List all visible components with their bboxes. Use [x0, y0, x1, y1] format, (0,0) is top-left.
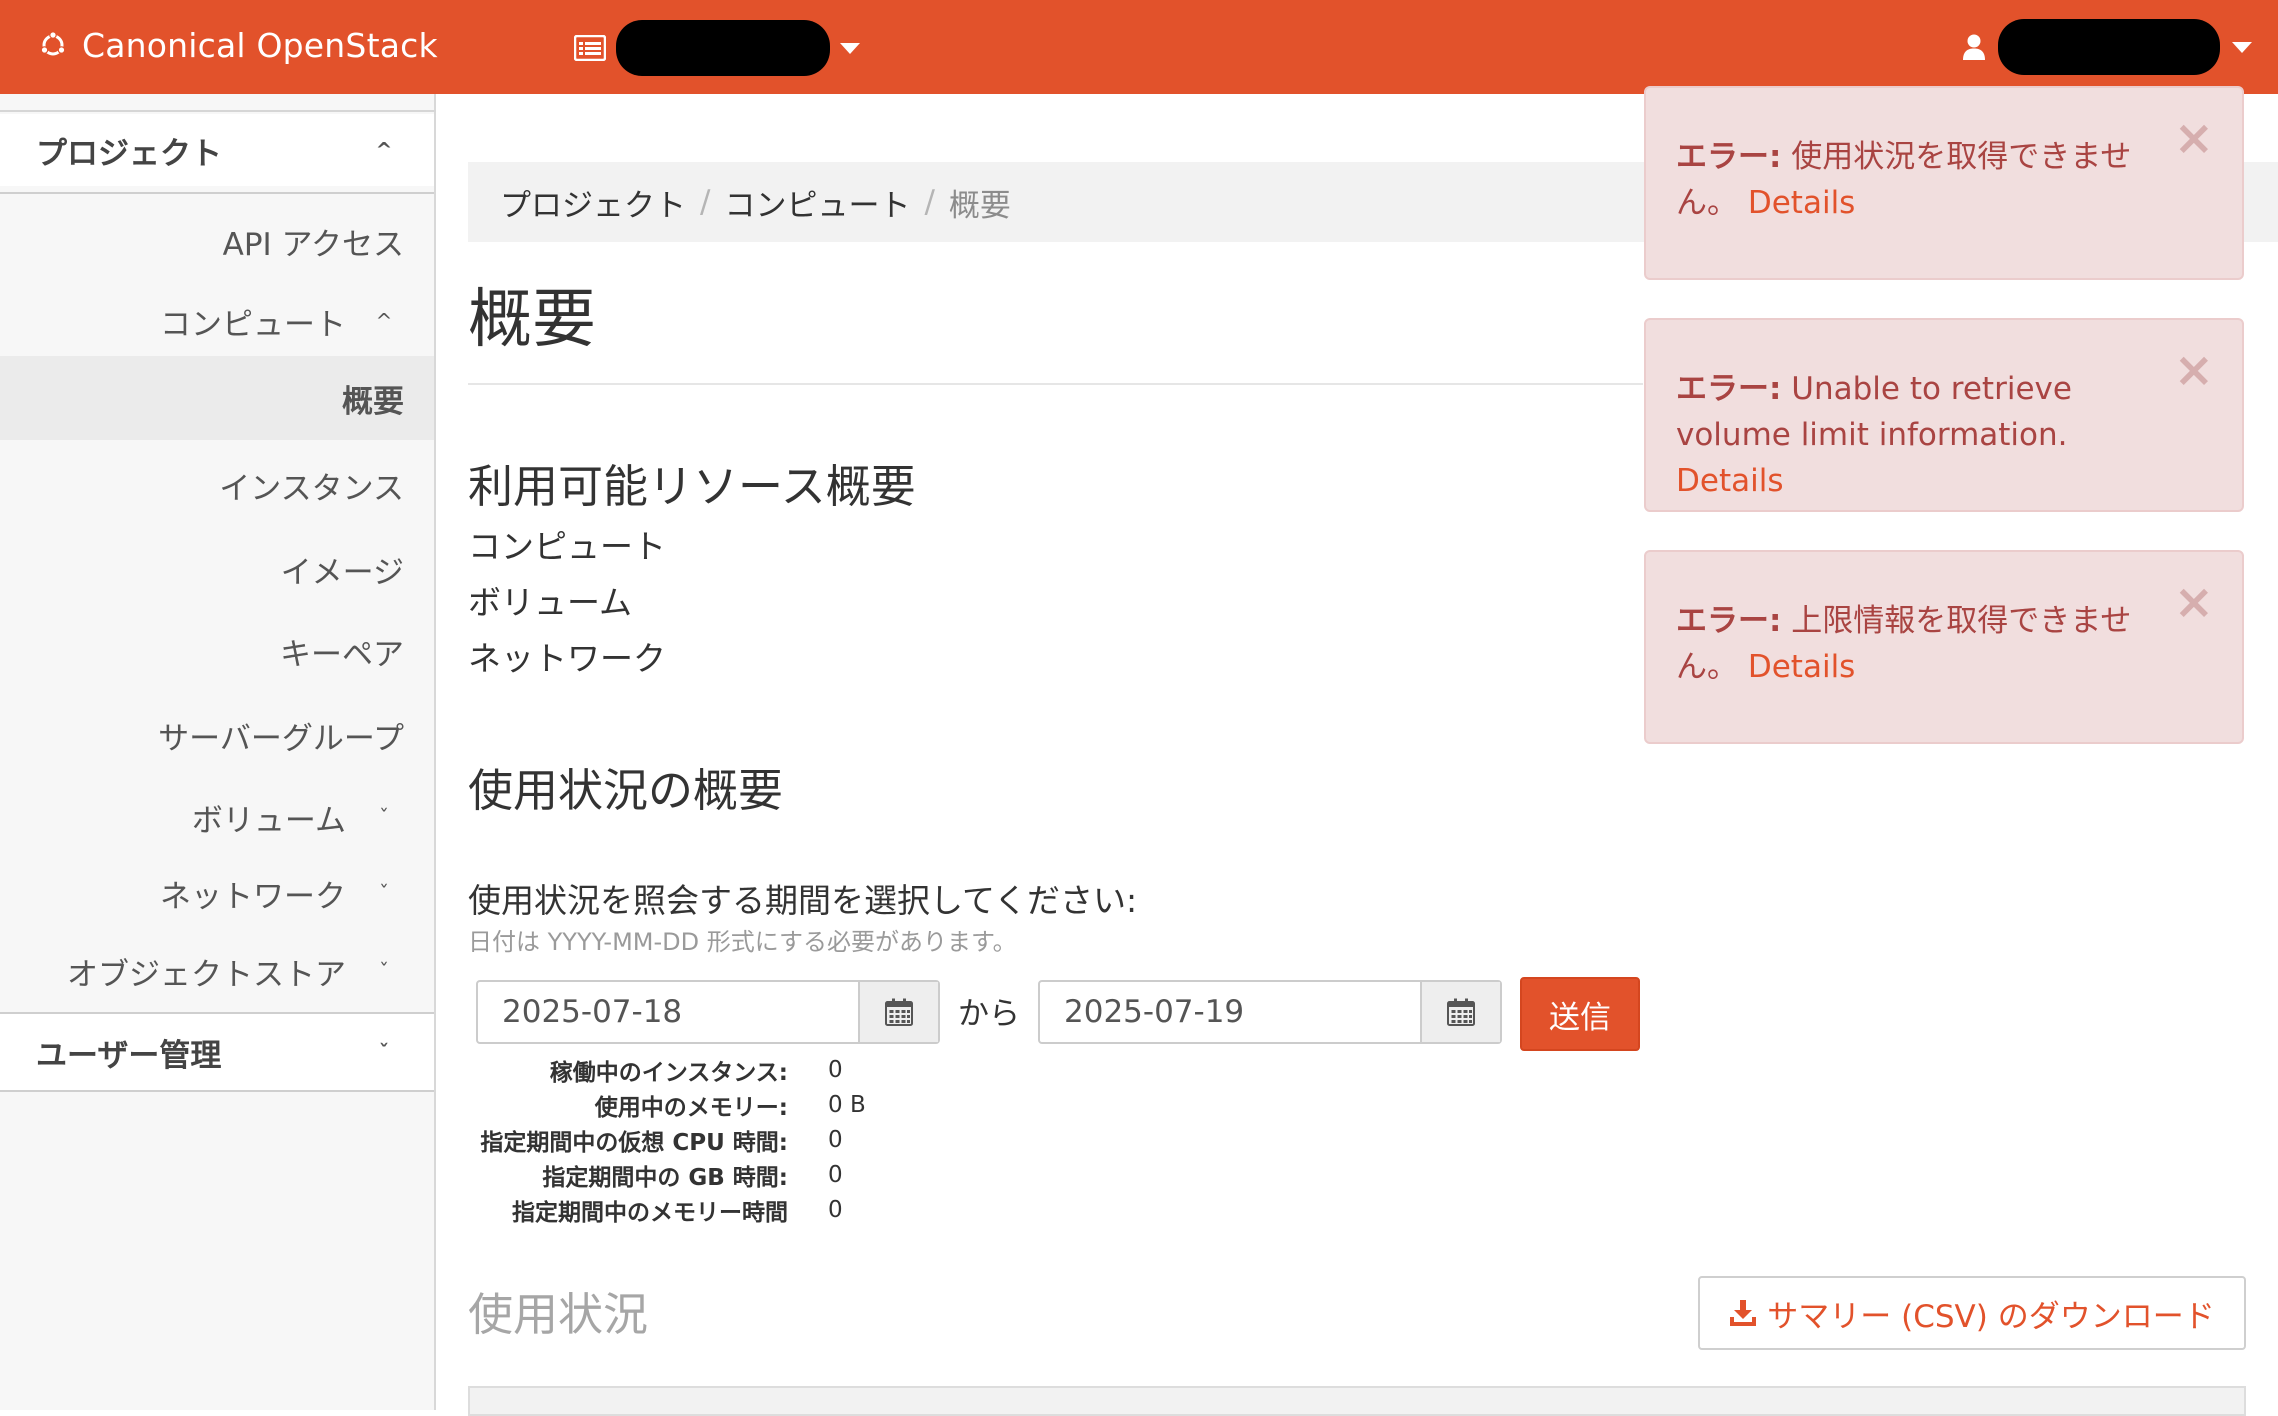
chevron-down-icon: ˇ [379, 1040, 389, 1064]
sidebar-item-compute[interactable]: コンピュート ^ [0, 286, 434, 356]
chevron-down-icon [2232, 41, 2252, 53]
brand-logo-link[interactable]: Canonical OpenStack [38, 20, 438, 70]
sidebar-item-overview[interactable]: 概要 [0, 356, 434, 440]
breadcrumb-separator: / [700, 184, 711, 220]
chevron-up-icon: ^ [375, 309, 393, 333]
stat-row: 稼働中のインスタンス: 0 [549, 1056, 843, 1086]
breadcrumb-separator: / [924, 184, 935, 220]
limit-compute: コンピュート [468, 527, 666, 566]
chevron-down-icon: ˇ [379, 805, 389, 829]
sidebar-item-server-groups[interactable]: サーバーグループ [0, 700, 434, 770]
page-title: 概要 [468, 283, 596, 357]
download-csv-label: サマリー (CSV) のダウンロード [1767, 1298, 2215, 1335]
from-label: から [958, 996, 1020, 1032]
chevron-down-icon [840, 42, 860, 54]
stat-row: 指定期間中の GB 時間: 0 [542, 1161, 843, 1191]
limit-volume: ボリューム [468, 583, 633, 622]
usage-table-header [468, 1386, 2246, 1416]
start-date-input[interactable] [478, 982, 858, 1042]
sidebar-item-api-access[interactable]: API アクセス [0, 206, 434, 276]
alert-details-link[interactable]: Details [1748, 649, 1855, 685]
calendar-icon [885, 998, 913, 1026]
stat-row: 指定期間中の仮想 CPU 時間: 0 [480, 1126, 843, 1156]
alert-details-link[interactable]: Details [1676, 463, 1783, 499]
error-alert: エラー: Unable to retrieve volume limit inf… [1644, 318, 2244, 512]
chevron-up-icon: ^ [375, 138, 393, 162]
end-date-input[interactable] [1040, 982, 1420, 1042]
project-list-icon [574, 35, 606, 61]
end-date-group [1038, 980, 1502, 1044]
breadcrumb-compute[interactable]: コンピュート [724, 180, 910, 225]
end-date-calendar-button[interactable] [1420, 982, 1500, 1042]
error-alert: エラー: 使用状況を取得できません。 Details × [1644, 86, 2244, 280]
close-icon[interactable]: × [2174, 578, 2214, 626]
alert-details-link[interactable]: Details [1748, 185, 1855, 221]
period-help-text: 日付は YYYY-MM-DD 形式にする必要があります。 [468, 928, 1017, 956]
breadcrumb-project[interactable]: プロジェクト [500, 180, 686, 225]
title-divider [468, 383, 1643, 385]
user-icon [1963, 34, 1985, 60]
chevron-down-icon: ˇ [379, 881, 389, 905]
start-date-calendar-button[interactable] [858, 982, 938, 1042]
stat-row: 使用中のメモリー: 0 B [594, 1091, 866, 1121]
breadcrumb-overview: 概要 [948, 187, 1011, 224]
brand-name: Canonical OpenStack [82, 25, 438, 65]
sidebar-item-volumes[interactable]: ボリューム ˇ [0, 782, 434, 852]
download-icon [1730, 1300, 1757, 1326]
period-label: 使用状況を照会する期間を選択してください: [468, 881, 1138, 920]
sidebar-item-keypairs[interactable]: キーペア [0, 616, 434, 686]
sidebar-item-network[interactable]: ネットワーク ˇ [0, 858, 434, 928]
sidebar: プロジェクト ^ API アクセス コンピュート ^ 概要 インスタンス イメー… [0, 94, 436, 1410]
alert-prefix: エラー: [1676, 139, 1782, 175]
ubuntu-circle-icon [40, 31, 66, 56]
usage-table-heading: 使用状況 [468, 1288, 649, 1341]
error-alert: エラー: 上限情報を取得できません。 Details × [1644, 550, 2244, 744]
download-csv-button[interactable]: サマリー (CSV) のダウンロード [1698, 1276, 2246, 1350]
limits-heading: 利用可能リソース概要 [468, 460, 916, 513]
close-icon[interactable]: × [2174, 346, 2214, 394]
alert-prefix: エラー: [1676, 603, 1782, 639]
usage-stats: 稼働中のインスタンス: 0 使用中のメモリー: 0 B 指定期間中の仮想 CPU… [470, 1052, 866, 1227]
close-icon[interactable]: × [2174, 114, 2214, 162]
project-dropdown[interactable] [574, 20, 860, 76]
submit-button[interactable]: 送信 [1520, 977, 1640, 1051]
sidebar-item-object-store[interactable]: オブジェクトストア ˇ [0, 936, 434, 1006]
start-date-group [476, 980, 940, 1044]
redacted-project-name [616, 20, 830, 76]
usage-summary-heading: 使用状況の概要 [468, 764, 784, 817]
redacted-user-name [1998, 19, 2220, 75]
sidebar-section-project[interactable]: プロジェクト ^ [0, 114, 434, 186]
calendar-icon [1447, 998, 1475, 1026]
chevron-down-icon: ˇ [379, 959, 389, 983]
stat-row: 指定期間中のメモリー時間 0 [512, 1196, 843, 1226]
top-navbar: Canonical OpenStack [0, 0, 2278, 94]
user-dropdown[interactable] [1962, 18, 2252, 76]
sidebar-item-images[interactable]: イメージ [0, 534, 434, 604]
sidebar-item-instances[interactable]: インスタンス [0, 450, 434, 520]
sidebar-section-identity[interactable]: ユーザー管理 ˇ [0, 1014, 434, 1090]
limit-network: ネットワーク [468, 639, 666, 678]
alert-prefix: エラー: [1676, 371, 1782, 407]
